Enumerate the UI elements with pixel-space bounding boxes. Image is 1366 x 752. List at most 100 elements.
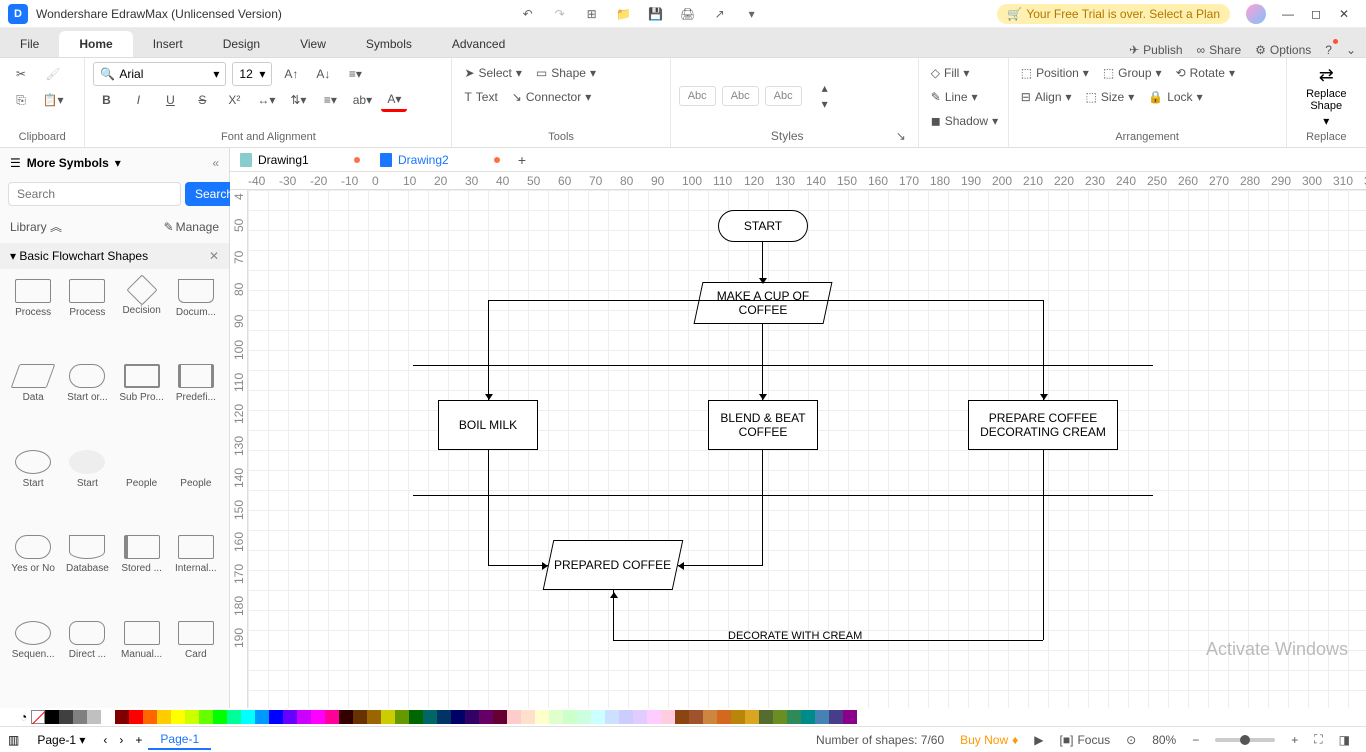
line-button[interactable]: ✎Line▾ [927, 86, 982, 108]
color-swatch[interactable] [241, 710, 255, 724]
color-swatch[interactable] [801, 710, 815, 724]
color-swatch[interactable] [647, 710, 661, 724]
color-swatch[interactable] [87, 710, 101, 724]
menu-home[interactable]: Home [59, 31, 132, 57]
color-swatch[interactable] [59, 710, 73, 724]
publish-button[interactable]: ✈Publish [1129, 43, 1182, 57]
shape-tool[interactable]: ▭Shape▾ [532, 62, 600, 84]
shadow-button[interactable]: ◼Shadow▾ [927, 110, 1002, 132]
paste-button[interactable]: 📋▾ [40, 88, 66, 112]
color-swatch[interactable] [255, 710, 269, 724]
fc-prepare-node[interactable]: PREPARE COFFEE DECORATING CREAM [968, 400, 1118, 450]
font-size-select[interactable]: 12▾ [232, 62, 272, 86]
fc-make-node[interactable]: MAKE A CUP OF COFFEE [694, 282, 833, 324]
color-swatch[interactable] [367, 710, 381, 724]
cut-button[interactable]: ✂ [8, 62, 34, 86]
color-swatch[interactable] [269, 710, 283, 724]
align-button[interactable]: ⊟Align▾ [1017, 86, 1076, 108]
canvas-viewport[interactable]: 450708090100110120130140150160170180190 … [230, 190, 1366, 708]
copy-button[interactable]: ⎘ [8, 88, 34, 112]
zoom-level[interactable]: 80% [1152, 733, 1176, 747]
case-button[interactable]: ab▾ [349, 88, 375, 112]
replace-shape-button[interactable]: ⇄ Replace Shape ▾ [1295, 65, 1358, 128]
buy-now-button[interactable]: Buy Now ♦ [960, 733, 1018, 747]
color-swatch[interactable] [773, 710, 787, 724]
shape-palette-item[interactable]: People [115, 446, 169, 531]
shape-palette-item[interactable]: Decision [115, 275, 169, 360]
add-page-button[interactable]: + [135, 733, 142, 747]
color-swatch[interactable] [101, 710, 115, 724]
align-text-button[interactable]: ≡▾ [342, 62, 368, 86]
next-page-button[interactable]: › [119, 733, 123, 747]
more-symbols-button[interactable]: ☰ More Symbols▾ « [0, 148, 229, 178]
color-swatch[interactable] [745, 710, 759, 724]
color-swatch[interactable] [451, 710, 465, 724]
options-button[interactable]: ⚙Options [1255, 43, 1311, 57]
no-fill-swatch[interactable] [31, 710, 45, 724]
shape-palette-item[interactable]: Internal... [169, 531, 223, 616]
color-swatch[interactable] [73, 710, 87, 724]
color-swatch[interactable] [619, 710, 633, 724]
profile-avatar[interactable] [1246, 4, 1266, 24]
color-swatch[interactable] [283, 710, 297, 724]
drawing-canvas[interactable]: START MAKE A CUP OF COFFEE BOIL MILK BLE… [248, 190, 1366, 708]
toggle-panel-button[interactable]: ◨ [1339, 733, 1350, 747]
library-button[interactable]: Library ︽ [10, 218, 62, 235]
color-swatch[interactable] [661, 710, 675, 724]
color-swatch[interactable] [521, 710, 535, 724]
undo-icon[interactable]: ↶ [518, 4, 538, 24]
color-swatch[interactable] [129, 710, 143, 724]
color-swatch[interactable] [479, 710, 493, 724]
collapse-ribbon-button[interactable]: ⌄ [1346, 43, 1356, 57]
collapse-sidebar-button[interactable]: « [212, 156, 219, 170]
strike-button[interactable]: S [189, 88, 215, 112]
color-swatch[interactable] [563, 710, 577, 724]
symbol-search-input[interactable] [8, 182, 181, 206]
manage-button[interactable]: ✎Manage [164, 218, 219, 235]
page-tab[interactable]: Page-1 ▾ [25, 731, 97, 749]
minimize-button[interactable]: — [1274, 4, 1302, 24]
color-swatch[interactable] [409, 710, 423, 724]
font-family-select[interactable]: 🔍▾ [93, 62, 226, 86]
close-section-button[interactable]: ✕ [209, 249, 219, 263]
presentation-button[interactable]: ▶ [1034, 733, 1043, 747]
style-prev-button[interactable]: ▴ [812, 81, 838, 95]
color-swatch[interactable] [353, 710, 367, 724]
color-swatch[interactable] [143, 710, 157, 724]
shape-palette-item[interactable]: Sub Pro... [115, 360, 169, 445]
color-swatch[interactable] [297, 710, 311, 724]
new-icon[interactable]: ⊞ [582, 4, 602, 24]
color-swatch[interactable] [675, 710, 689, 724]
color-swatch[interactable] [199, 710, 213, 724]
color-swatch[interactable] [829, 710, 843, 724]
color-swatch[interactable] [843, 710, 857, 724]
print-icon[interactable]: 🖨 [678, 4, 698, 24]
size-button[interactable]: ⬚Size▾ [1082, 86, 1139, 108]
trial-banner[interactable]: 🛒 Your Free Trial is over. Select a Plan [997, 4, 1230, 24]
color-swatch[interactable] [339, 710, 353, 724]
menu-symbols[interactable]: Symbols [346, 31, 432, 57]
color-swatch[interactable] [535, 710, 549, 724]
color-swatch[interactable] [689, 710, 703, 724]
shape-palette-item[interactable]: Start [60, 446, 114, 531]
color-swatch[interactable] [115, 710, 129, 724]
shape-palette-item[interactable]: Predefi... [169, 360, 223, 445]
redo-icon[interactable]: ↷ [550, 4, 570, 24]
color-swatch[interactable] [633, 710, 647, 724]
menu-advanced[interactable]: Advanced [432, 31, 525, 57]
dialog-launcher-icon[interactable]: ↘ [896, 129, 906, 143]
color-swatch[interactable] [787, 710, 801, 724]
style-swatch[interactable]: Abc [765, 86, 802, 106]
open-icon[interactable]: 📁 [614, 4, 634, 24]
fc-blend-node[interactable]: BLEND & BEAT COFFEE [708, 400, 818, 450]
zoom-in-button[interactable]: + [1291, 733, 1298, 747]
decrease-font-button[interactable]: A↓ [310, 62, 336, 86]
format-painter-button[interactable]: 🖌 [40, 62, 66, 86]
lock-button[interactable]: 🔒Lock▾ [1144, 86, 1206, 108]
color-swatch[interactable] [577, 710, 591, 724]
fill-button[interactable]: ◇Fill▾ [927, 62, 974, 84]
color-swatch[interactable] [423, 710, 437, 724]
shape-palette-item[interactable]: Start or... [60, 360, 114, 445]
fit-page-button[interactable]: ⛶ [1314, 732, 1322, 747]
list-button[interactable]: ≡▾ [317, 88, 343, 112]
